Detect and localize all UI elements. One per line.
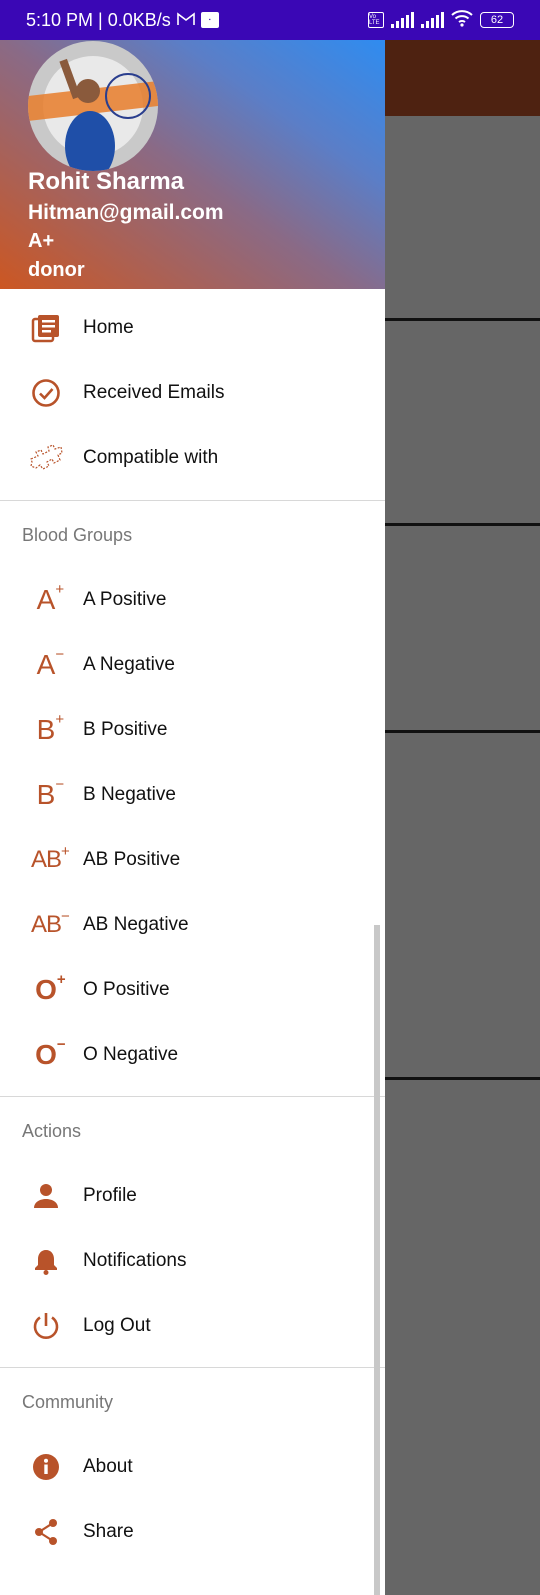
menu-item-profile[interactable]: Profile [0, 1163, 385, 1229]
menu-label-home: Home [83, 317, 134, 338]
menu-label-logout: Log Out [83, 1315, 151, 1336]
drawer-header: Rohit Sharma Hitman@gmail.com A+ donor [0, 40, 385, 289]
menu-label-about: About [83, 1456, 133, 1477]
ab-negative-icon: AB − [30, 908, 70, 938]
menu-item-about[interactable]: About [0, 1434, 385, 1500]
menu-label-compatible-with: Compatible with [83, 447, 219, 468]
user-role: donor [28, 259, 85, 281]
menu-item-ab-negative[interactable]: AB − AB Negative [0, 892, 385, 958]
menu-label-profile: Profile [83, 1185, 137, 1206]
navigation-drawer: Rohit Sharma Hitman@gmail.com A+ donor H… [0, 40, 385, 1595]
bell-icon [28, 1243, 64, 1279]
menu-label-share: Share [83, 1521, 134, 1542]
menu-item-received-emails[interactable]: Received Emails [0, 360, 385, 426]
app-divider [380, 1077, 540, 1080]
signal-icon-2 [421, 12, 444, 28]
menu-item-home[interactable]: Home [0, 295, 385, 361]
menu-label-a-negative: A Negative [83, 654, 175, 675]
app-notification-icon: ▪ [200, 12, 219, 28]
menu-item-b-positive[interactable]: B + B Positive [0, 697, 385, 763]
b-positive-icon: B + [36, 711, 65, 745]
info-icon [28, 1449, 64, 1485]
menu-label-received-emails: Received Emails [83, 382, 225, 403]
user-blood-group: A+ [28, 230, 55, 252]
menu-label-ab-positive: AB Positive [83, 849, 181, 870]
a-negative-icon: A − [36, 646, 65, 680]
menu-item-notifications[interactable]: Notifications [0, 1228, 385, 1294]
menu-label-o-negative: O Negative [83, 1044, 179, 1065]
user-name: Rohit Sharma [28, 168, 185, 195]
menu-label-b-negative: B Negative [83, 784, 176, 805]
section-title-community: Community [22, 1392, 114, 1412]
app-divider [380, 730, 540, 733]
menu-label-b-positive: B Positive [83, 719, 168, 740]
app-divider [380, 318, 540, 321]
a-positive-icon: A + [36, 581, 65, 615]
power-icon [28, 1308, 64, 1344]
divider [0, 500, 385, 501]
menu-label-o-positive: O Positive [83, 979, 170, 1000]
status-bar: 5:10 PM | 0.0KB/s ▪ Vo LTE 62 [0, 0, 540, 40]
menu-item-a-negative[interactable]: A − A Negative [0, 632, 385, 698]
menu-item-o-positive[interactable]: O + O Positive [0, 957, 385, 1023]
section-title-actions: Actions [22, 1121, 82, 1141]
menu-label-ab-negative: AB Negative [83, 914, 189, 935]
ab-positive-icon: AB + [30, 843, 70, 873]
volte-icon: Vo LTE [368, 12, 384, 28]
menu-label-a-positive: A Positive [83, 589, 167, 610]
section-title-blood-groups: Blood Groups [22, 525, 133, 545]
signal-icon-1 [391, 12, 414, 28]
menu-item-share[interactable]: Share [0, 1499, 385, 1565]
o-negative-icon: O − [35, 1036, 66, 1070]
status-time-speed: 5:10 PM | 0.0KB/s [26, 9, 171, 30]
avatar[interactable] [28, 41, 158, 171]
share-icon [28, 1514, 64, 1550]
o-positive-icon: O + [35, 971, 66, 1005]
divider [0, 1367, 385, 1368]
person-icon [28, 1178, 64, 1214]
menu-item-ab-positive[interactable]: AB + AB Positive [0, 827, 385, 893]
menu-item-a-positive[interactable]: A + A Positive [0, 567, 385, 633]
user-email: Hitman@gmail.com [28, 201, 224, 224]
divider [0, 1096, 385, 1097]
app-divider [380, 523, 540, 526]
check-circle-icon [28, 375, 64, 411]
menu-item-b-negative[interactable]: B − B Negative [0, 762, 385, 828]
gmail-icon [176, 10, 195, 31]
puzzle-icon [28, 440, 64, 476]
menu-label-notifications: Notifications [83, 1250, 187, 1271]
menu-item-compatible-with[interactable]: Compatible with [0, 425, 385, 491]
news-icon [28, 310, 64, 346]
drawer-scrollbar[interactable] [374, 925, 380, 1595]
menu-item-logout[interactable]: Log Out [0, 1293, 385, 1359]
battery-icon: 62 [480, 12, 514, 28]
wifi-icon [451, 9, 473, 32]
menu-item-o-negative[interactable]: O − O Negative [0, 1022, 385, 1088]
b-negative-icon: B − [36, 776, 65, 810]
